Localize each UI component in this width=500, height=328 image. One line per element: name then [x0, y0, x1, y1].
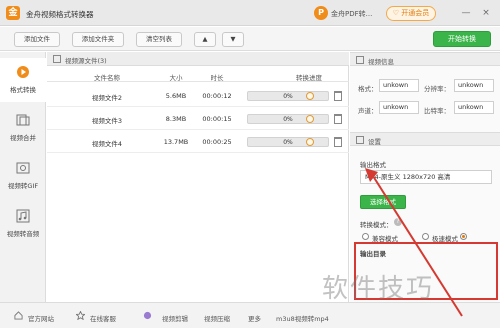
- m3u8-link[interactable]: m3u8视频转mp4: [276, 313, 329, 323]
- progress-bar: 0%: [247, 91, 329, 101]
- trash-icon[interactable]: [334, 114, 342, 124]
- toolbar: 添加文件 添加文件夹 清空列表 ▲ ▼ 开始转换: [0, 27, 500, 51]
- more-link[interactable]: 更多: [248, 313, 261, 323]
- info-icon: [356, 56, 364, 64]
- close-button[interactable]: ×: [480, 7, 492, 19]
- bottom-bar: 官方网站 在线客服 视频剪辑 视频压缩 更多 m3u8视频转mp4: [0, 302, 500, 328]
- clear-list-button[interactable]: 清空列表: [136, 32, 182, 47]
- progress-text: 0%: [283, 93, 293, 100]
- app-logo: 金: [6, 6, 20, 20]
- video-merge-icon: [16, 114, 30, 126]
- pdf-ad-link[interactable]: 金舟PDF转...: [331, 9, 372, 19]
- vip-button[interactable]: ♡ 开通会员: [386, 6, 436, 21]
- bitrate-label: 比特率：: [424, 107, 450, 115]
- move-up-button[interactable]: ▲: [194, 32, 216, 47]
- help-icon[interactable]: ?: [394, 218, 402, 226]
- compat-mode-radio[interactable]: [362, 233, 369, 240]
- sidebar-item-video-merge[interactable]: 视频合并: [0, 106, 46, 150]
- start-convert-button[interactable]: 开始转换: [433, 31, 491, 47]
- add-file-button[interactable]: 添加文件: [14, 32, 60, 47]
- video-info-header: 视频信息: [350, 52, 500, 66]
- progress-text: 0%: [283, 139, 293, 146]
- sidebar-item-video-gif[interactable]: 视频转GIF: [0, 154, 46, 198]
- trash-icon[interactable]: [334, 91, 342, 101]
- row-actions: 0%: [47, 108, 349, 130]
- settings-header: 设置: [350, 132, 500, 146]
- video-clip-icon: [143, 311, 152, 320]
- settings-title: 设置: [368, 138, 381, 146]
- format-value: unkown: [379, 79, 419, 92]
- add-folder-button[interactable]: 添加文件夹: [72, 32, 124, 47]
- sidebar-item-label: 格式转换: [10, 86, 36, 94]
- watermark: 软件技巧: [322, 274, 435, 304]
- select-format-button[interactable]: 选择格式: [360, 195, 406, 209]
- service-icon: [76, 311, 85, 320]
- output-format-label: 输出格式: [360, 161, 386, 169]
- bitrate-value: unkown: [454, 101, 494, 114]
- pdf-ad-logo[interactable]: P: [314, 6, 328, 20]
- output-format-field[interactable]: MP4-原生义 1280x720 高清: [360, 170, 492, 184]
- home-icon: [14, 311, 23, 320]
- convert-mode-label: 转换模式：: [360, 221, 393, 229]
- play-icon[interactable]: [306, 115, 314, 123]
- row-actions-layer: 0% 0% 0%: [47, 52, 349, 172]
- fast-mode-radio[interactable]: [422, 233, 429, 240]
- progress-bar: 0%: [247, 137, 329, 147]
- channel-label: 声道：: [358, 107, 378, 115]
- sidebar-item-format-convert[interactable]: 格式转换: [0, 58, 46, 102]
- right-panel: 视频信息 格式： unkown 分辨率： unkown 声道： unkown 比…: [350, 52, 500, 302]
- fast-mode-indicator[interactable]: [460, 233, 467, 240]
- website-link[interactable]: 官方网站: [28, 313, 54, 323]
- play-icon[interactable]: [306, 138, 314, 146]
- sidebar-item-label: 视频转音频: [6, 230, 40, 238]
- sidebar-item-video-audio[interactable]: 视频转音频: [0, 202, 46, 246]
- row-actions: 0%: [47, 85, 349, 107]
- sidebar-item-label: 视频转GIF: [7, 182, 39, 190]
- settings-icon: [356, 136, 364, 144]
- row-actions: 0%: [47, 131, 349, 153]
- resolution-label: 分辨率：: [424, 85, 450, 93]
- video-compress-link[interactable]: 视频压缩: [204, 313, 230, 323]
- sidebar-item-label: 视频合并: [10, 134, 36, 142]
- progress-text: 0%: [283, 116, 293, 123]
- format-label: 格式：: [358, 85, 378, 93]
- move-down-button[interactable]: ▼: [222, 32, 244, 47]
- sidebar: 格式转换 视频合并 视频转GIF 视频转音频: [0, 52, 46, 302]
- video-clip-link[interactable]: 视频剪辑: [162, 313, 188, 323]
- channel-value: unkown: [379, 101, 419, 114]
- resolution-value: unkown: [454, 79, 494, 92]
- progress-bar: 0%: [247, 114, 329, 124]
- online-service-link[interactable]: 在线客服: [90, 313, 116, 323]
- video-convert-icon: [17, 66, 29, 78]
- video-info-title: 视频信息: [368, 58, 394, 66]
- minimize-button[interactable]: —: [460, 7, 472, 19]
- video-gif-icon: [16, 162, 30, 174]
- video-audio-icon: [16, 209, 30, 223]
- trash-icon[interactable]: [334, 137, 342, 147]
- app-title: 金舟视频格式转换器: [26, 10, 94, 19]
- title-bar: 金 金舟视频格式转换器 P 金舟PDF转... ♡ 开通会员 — ×: [0, 0, 500, 26]
- play-icon[interactable]: [306, 92, 314, 100]
